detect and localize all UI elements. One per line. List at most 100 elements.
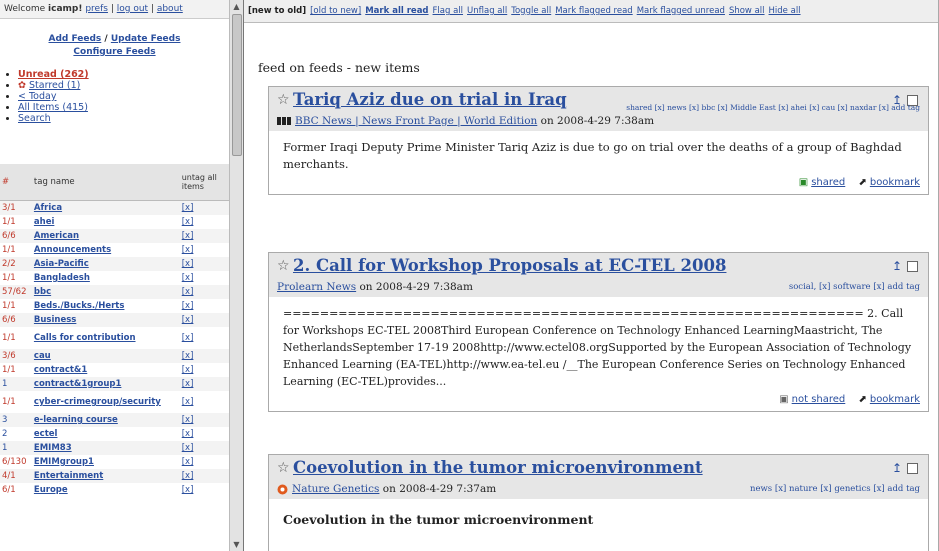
untag-link[interactable]: [x] bbox=[180, 327, 229, 349]
tag-name-link[interactable]: Europe bbox=[32, 483, 180, 497]
untag-link[interactable]: [x] bbox=[180, 391, 229, 413]
unread-link[interactable]: Unread (262) bbox=[18, 69, 89, 80]
view-list: Unread (262) ✿ Starred (1) < Today All I… bbox=[0, 69, 229, 124]
untag-link[interactable]: [x] bbox=[180, 271, 229, 285]
item-title-link[interactable]: 2. Call for Workshop Proposals at EC-TEL… bbox=[293, 256, 726, 275]
item-source-link[interactable]: Nature Genetics bbox=[292, 483, 379, 495]
tag-name-link[interactable]: cyber-crimegroup/security bbox=[32, 391, 180, 413]
untag-link[interactable]: [x] bbox=[179, 377, 229, 391]
untag-link[interactable]: [x] bbox=[180, 299, 229, 313]
arrow-up-icon[interactable]: ↥ bbox=[892, 259, 902, 273]
scroll-down-icon[interactable]: ▼ bbox=[231, 539, 242, 550]
tag-name-link[interactable]: ectel bbox=[32, 427, 180, 441]
tag-count: 6/6 bbox=[0, 313, 32, 327]
flag-checkbox[interactable] bbox=[907, 261, 918, 272]
untag-link[interactable]: [x] bbox=[179, 349, 229, 363]
toolbar-item[interactable]: Mark flagged read bbox=[555, 6, 632, 16]
prefs-link[interactable]: prefs bbox=[85, 4, 108, 14]
update-feeds-link[interactable]: Update Feeds bbox=[111, 34, 181, 44]
tag-name-link[interactable]: Beds./Bucks./Herts bbox=[32, 299, 180, 313]
tag-name-link[interactable]: cau bbox=[31, 349, 180, 363]
tag-name-link[interactable]: e-learning course bbox=[31, 413, 180, 427]
tag-count: 1/1 bbox=[2, 217, 16, 227]
scrollbar-thumb[interactable] bbox=[232, 14, 242, 156]
about-link[interactable]: about bbox=[157, 4, 183, 14]
untag-link[interactable]: [x] bbox=[179, 200, 229, 215]
untag-link[interactable]: [x] bbox=[180, 243, 229, 257]
tag-name-link[interactable]: Asia-Pacific bbox=[31, 257, 180, 271]
search-link[interactable]: Search bbox=[18, 113, 51, 124]
scroll-up-icon[interactable]: ▲ bbox=[231, 1, 242, 12]
logout-link[interactable]: log out bbox=[117, 4, 148, 14]
tag-name-link[interactable]: Announcements bbox=[32, 243, 180, 257]
bookmark-link[interactable]: bookmark bbox=[870, 394, 920, 405]
untag-link[interactable]: [x] bbox=[180, 483, 229, 497]
tag-name-link[interactable]: contract&1group1 bbox=[31, 377, 180, 391]
share-link[interactable]: shared bbox=[811, 177, 845, 188]
sidebar-scrollbar[interactable]: ▲ ▼ bbox=[229, 0, 243, 551]
tag-name-link[interactable]: contract&1 bbox=[32, 363, 180, 377]
starred-link[interactable]: Starred (1) bbox=[29, 80, 80, 91]
untag-link[interactable]: [x] bbox=[179, 441, 229, 455]
sidebar: Welcome icamp! prefs | log out | about A… bbox=[0, 0, 230, 551]
flag-checkbox[interactable] bbox=[907, 463, 918, 474]
item-tags[interactable]: social, [x] software [x] add tag bbox=[789, 282, 920, 292]
tag-count: 1/1 bbox=[2, 333, 16, 343]
item-body: Former Iraqi Deputy Prime Minister Tariq… bbox=[283, 140, 902, 171]
item-tags[interactable]: shared [x] news [x] bbc [x] Middle East … bbox=[626, 103, 920, 112]
untag-column-header: untag all items bbox=[179, 164, 229, 201]
star-outline-icon[interactable]: ☆ bbox=[277, 258, 290, 274]
bookmark-icon: ⬈ bbox=[858, 177, 867, 188]
add-feeds-link[interactable]: Add Feeds bbox=[49, 34, 102, 44]
tag-name-link[interactable]: American bbox=[31, 229, 180, 243]
star-outline-icon[interactable]: ☆ bbox=[277, 92, 290, 108]
tag-name-link[interactable]: Entertainment bbox=[31, 469, 180, 483]
untag-link[interactable]: [x] bbox=[179, 229, 229, 243]
toolbar-item[interactable]: Unflag all bbox=[467, 6, 507, 16]
untag-link[interactable]: [x] bbox=[179, 313, 229, 327]
tag-name-link[interactable]: ahei bbox=[32, 215, 180, 229]
tag-name-link[interactable]: Bangladesh bbox=[32, 271, 180, 285]
tag-name-link[interactable]: EMIMgroup1 bbox=[32, 455, 180, 469]
tag-name-link[interactable]: Calls for contribution bbox=[32, 327, 180, 349]
item-title-link[interactable]: Tariq Aziz due on trial in Iraq bbox=[293, 90, 567, 109]
tag-row: 6/6 Business [x] bbox=[0, 313, 229, 327]
tag-name-link[interactable]: Africa bbox=[31, 200, 180, 215]
untag-link[interactable]: [x] bbox=[180, 363, 229, 377]
toolbar-item[interactable]: Show all bbox=[729, 6, 765, 16]
untag-link[interactable]: [x] bbox=[179, 469, 229, 483]
item-title-link[interactable]: Coevolution in the tumor microenvironmen… bbox=[293, 458, 703, 477]
toolbar-item[interactable]: [new to old] bbox=[248, 6, 306, 16]
untag-link[interactable]: [x] bbox=[179, 257, 229, 271]
star-outline-icon[interactable]: ☆ bbox=[277, 460, 290, 476]
tag-count: 1/1 bbox=[2, 397, 16, 407]
toolbar-item[interactable]: Mark flagged unread bbox=[637, 6, 725, 16]
today-link[interactable]: < Today bbox=[18, 91, 56, 102]
feed-item: ☆ Tariq Aziz due on trial in Iraq ↥ BBC … bbox=[268, 86, 929, 195]
tag-name-link[interactable]: EMIM83 bbox=[31, 441, 180, 455]
untag-link[interactable]: [x] bbox=[180, 215, 229, 229]
welcome-prefix: Welcome bbox=[4, 4, 49, 14]
item-tags[interactable]: news [x] nature [x] genetics [x] add tag bbox=[750, 484, 920, 494]
view-today: < Today bbox=[18, 91, 229, 102]
tag-name-link[interactable]: Business bbox=[31, 313, 180, 327]
untag-link[interactable]: [x] bbox=[180, 427, 229, 441]
toolbar-item[interactable]: Flag all bbox=[433, 6, 464, 16]
item-source-link[interactable]: BBC News | News Front Page | World Editi… bbox=[295, 115, 537, 127]
tag-name-link[interactable]: bbc bbox=[31, 285, 180, 299]
untag-link[interactable]: [x] bbox=[180, 455, 229, 469]
toolbar-item[interactable]: Toggle all bbox=[511, 6, 551, 16]
share-link[interactable]: not shared bbox=[792, 394, 846, 405]
bookmark-link[interactable]: bookmark bbox=[870, 177, 920, 188]
item-source-link[interactable]: Prolearn News bbox=[277, 281, 356, 293]
all-items-link[interactable]: All Items (415) bbox=[18, 102, 88, 113]
arrow-up-icon[interactable]: ↥ bbox=[892, 461, 902, 475]
untag-link[interactable]: [x] bbox=[179, 285, 229, 299]
page-title: feed on feeds - new items bbox=[258, 60, 420, 75]
tag-row: 1/1 Beds./Bucks./Herts [x] bbox=[0, 299, 229, 313]
toolbar-item[interactable]: Mark all read bbox=[365, 6, 428, 16]
configure-feeds-link[interactable]: Configure Feeds bbox=[73, 47, 155, 57]
toolbar-item[interactable]: [old to new] bbox=[310, 6, 361, 16]
toolbar-item[interactable]: Hide all bbox=[769, 6, 801, 16]
untag-link[interactable]: [x] bbox=[179, 413, 229, 427]
